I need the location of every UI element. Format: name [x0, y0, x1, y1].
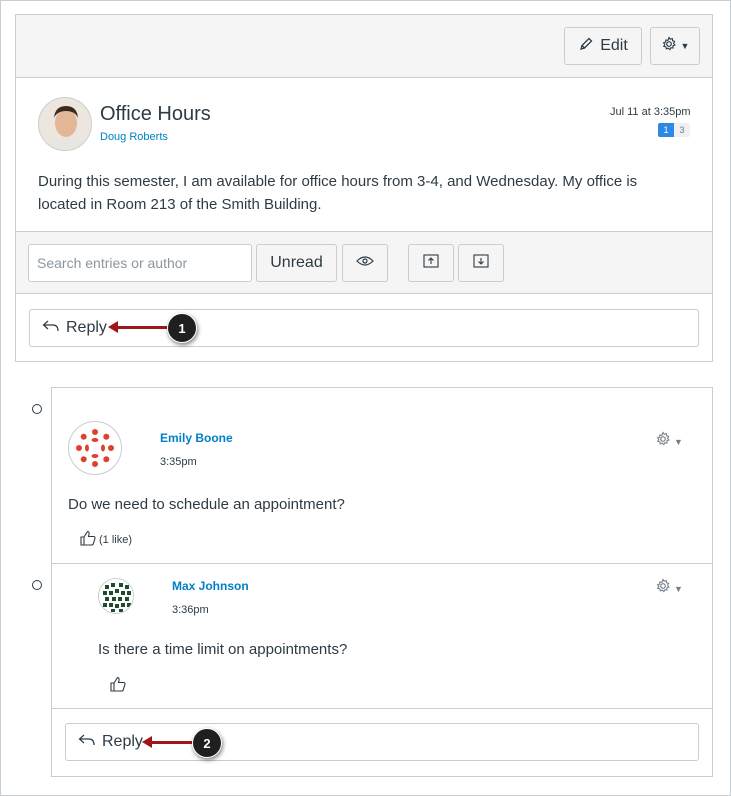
unread-count: 1	[658, 123, 674, 137]
topic-message: During this semester, I am available for…	[38, 173, 638, 213]
entry-message: Is there a time limit on appointments?	[98, 641, 348, 658]
expand-replies-button[interactable]	[458, 244, 504, 282]
total-count: 3	[674, 123, 690, 137]
gear-icon	[655, 578, 671, 599]
unread-button[interactable]: Unread	[256, 244, 337, 282]
reply-label: Reply	[66, 319, 107, 336]
gear-icon	[655, 431, 671, 452]
discussion-replies: Emily Boone 3:35pm ▼ Do we need to sched…	[51, 387, 713, 777]
search-input[interactable]	[28, 244, 252, 282]
chevron-down-icon: ▼	[674, 583, 683, 594]
chevron-down-icon: ▼	[674, 436, 683, 447]
entry-time: 3:36pm	[172, 604, 209, 616]
download-icon	[473, 253, 489, 273]
author-avatar	[38, 97, 92, 151]
entry-author-link[interactable]: Max Johnson	[172, 579, 249, 593]
topic-author-link[interactable]: Doug Roberts	[100, 131, 168, 143]
callout-arrow	[108, 321, 174, 333]
like-button[interactable]: (1 like)	[79, 529, 132, 550]
entry-time: 3:35pm	[160, 456, 197, 468]
topic-settings-button[interactable]: ▼	[650, 27, 700, 65]
eye-icon	[356, 254, 374, 272]
chevron-down-icon: ▼	[680, 41, 690, 51]
topic-date: Jul 11 at 3:35pm	[610, 106, 691, 118]
thread-bullet	[32, 580, 42, 590]
reply-arrow-icon	[78, 733, 96, 752]
gear-icon	[661, 35, 677, 57]
upload-icon	[423, 253, 439, 273]
edit-label: Edit	[600, 37, 628, 54]
entry-settings-button[interactable]: ▼	[655, 431, 683, 452]
collapse-replies-button[interactable]	[408, 244, 454, 282]
callout-arrow	[142, 736, 196, 748]
entry-settings-button[interactable]: ▼	[655, 578, 683, 599]
topic-toolbar: Edit ▼	[16, 15, 712, 78]
thread-bullet	[32, 404, 42, 414]
thumbs-up-icon	[109, 675, 127, 696]
entry-message: Do we need to schedule an appointment?	[68, 496, 345, 513]
mark-all-read-button[interactable]	[342, 244, 388, 282]
pencil-icon	[578, 36, 594, 57]
discussion-topic: Edit ▼ Office Hours Doug Roberts Jul 11 …	[15, 14, 713, 362]
entry-divider	[52, 708, 712, 709]
callout-badge: 2	[192, 728, 222, 758]
thumbs-up-icon	[79, 529, 97, 550]
unread-badge: 1 3	[658, 123, 690, 137]
topic-title: Office Hours	[100, 103, 211, 125]
reply-label: Reply	[102, 733, 143, 750]
author-avatar	[98, 578, 134, 614]
entry-author-link[interactable]: Emily Boone	[160, 431, 233, 445]
discussion-filter-bar: Unread	[16, 231, 712, 294]
reply-arrow-icon	[42, 319, 60, 338]
edit-button[interactable]: Edit	[564, 27, 642, 65]
entry-divider	[52, 563, 712, 564]
like-count: (1 like)	[99, 533, 133, 546]
author-avatar	[68, 421, 122, 475]
like-button[interactable]	[109, 675, 129, 696]
callout-badge: 1	[167, 313, 197, 343]
